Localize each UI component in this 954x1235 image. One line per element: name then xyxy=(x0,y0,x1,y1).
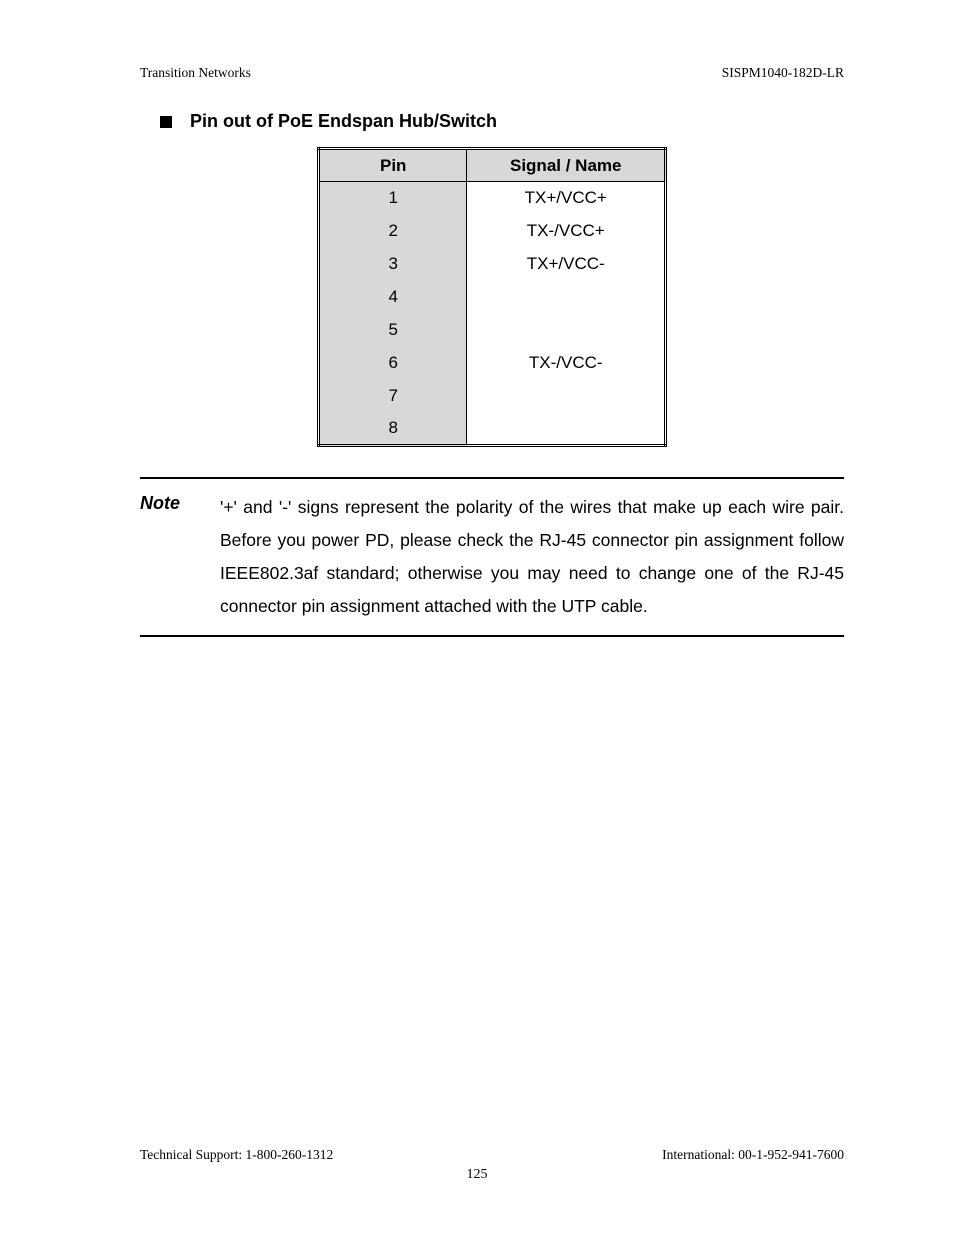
pinout-table: Pin Signal / Name 1 TX+/VCC+ 2 TX-/VCC+ … xyxy=(317,147,667,447)
table-header-signal: Signal / Name xyxy=(467,149,666,182)
cell-signal xyxy=(467,281,666,314)
table-row: 2 TX-/VCC+ xyxy=(319,215,666,248)
cell-signal: TX-/VCC- xyxy=(467,347,666,380)
cell-pin: 7 xyxy=(319,380,467,413)
cell-signal: TX-/VCC+ xyxy=(467,215,666,248)
cell-signal xyxy=(467,413,666,446)
section-title: Pin out of PoE Endspan Hub/Switch xyxy=(190,111,497,132)
cell-pin: 1 xyxy=(319,182,467,215)
table-row: 7 xyxy=(319,380,666,413)
table-header-pin: Pin xyxy=(319,149,467,182)
cell-pin: 3 xyxy=(319,248,467,281)
cell-pin: 6 xyxy=(319,347,467,380)
cell-signal xyxy=(467,380,666,413)
table-row: 8 xyxy=(319,413,666,446)
bullet-square-icon xyxy=(160,116,172,128)
table-row: 5 xyxy=(319,314,666,347)
table-row: 4 xyxy=(319,281,666,314)
cell-pin: 5 xyxy=(319,314,467,347)
cell-signal: TX+/VCC+ xyxy=(467,182,666,215)
cell-signal: TX+/VCC- xyxy=(467,248,666,281)
footer-left: Technical Support: 1-800-260-1312 xyxy=(140,1147,333,1163)
footer-right: International: 00-1-952-941-7600 xyxy=(662,1147,844,1163)
note-block: Note '+' and '-' signs represent the pol… xyxy=(140,477,844,637)
page-number: 125 xyxy=(0,1167,954,1183)
header-left: Transition Networks xyxy=(140,65,251,81)
cell-pin: 2 xyxy=(319,215,467,248)
header-right: SISPM1040-182D-LR xyxy=(722,65,844,81)
cell-pin: 4 xyxy=(319,281,467,314)
page-header: Transition Networks SISPM1040-182D-LR xyxy=(140,65,844,81)
cell-pin: 8 xyxy=(319,413,467,446)
section-heading: Pin out of PoE Endspan Hub/Switch xyxy=(160,111,844,132)
table-row: 3 TX+/VCC- xyxy=(319,248,666,281)
page-footer: Technical Support: 1-800-260-1312 Intern… xyxy=(140,1147,844,1163)
table-row: 1 TX+/VCC+ xyxy=(319,182,666,215)
table-row: 6 TX-/VCC- xyxy=(319,347,666,380)
cell-signal xyxy=(467,314,666,347)
note-label: Note xyxy=(140,491,200,623)
note-text: '+' and '-' signs represent the polarity… xyxy=(220,491,844,623)
table-header-row: Pin Signal / Name xyxy=(319,149,666,182)
